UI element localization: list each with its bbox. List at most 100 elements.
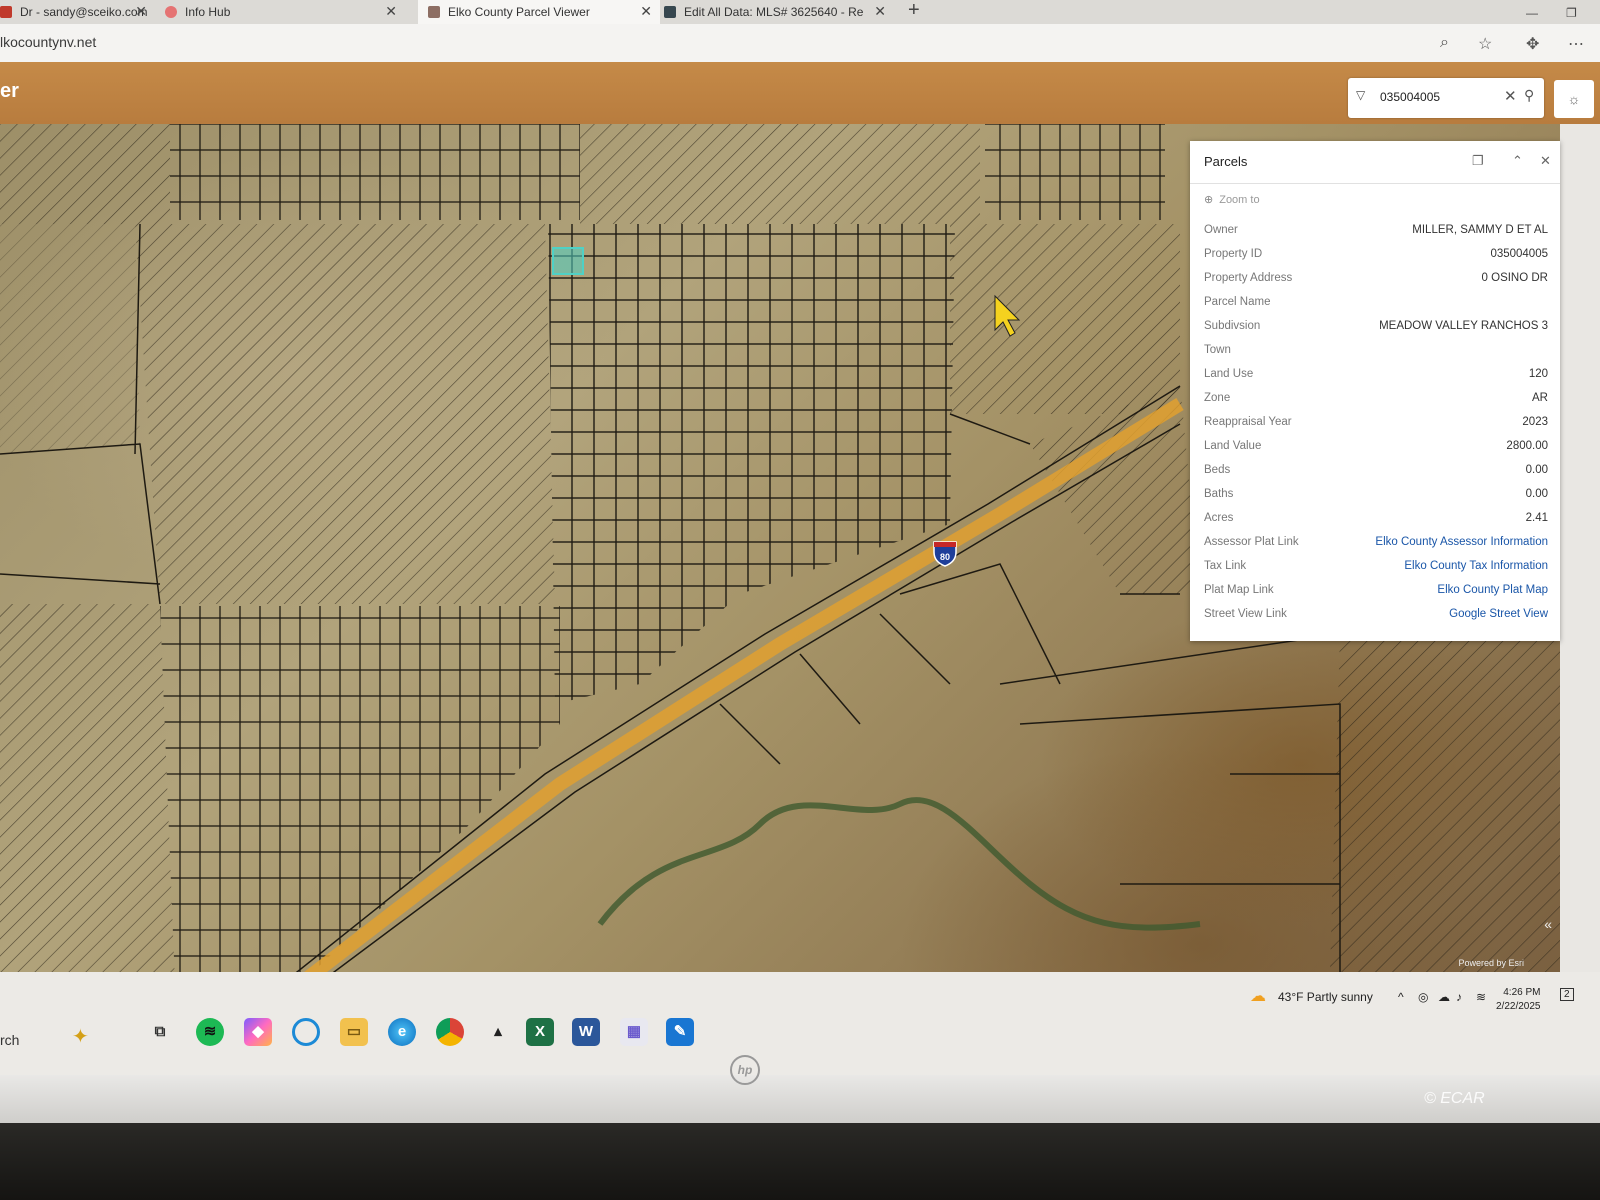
zoom-icon[interactable]: ⌕	[1440, 34, 1449, 52]
attribute-label: Beds	[1204, 464, 1231, 476]
attribute-link[interactable]: Elko County Tax Information	[1404, 560, 1548, 572]
spotify-icon[interactable]: ≋	[196, 1018, 224, 1046]
extensions-icon[interactable]: ✥	[1526, 34, 1539, 54]
zoom-in-icon: ⊕	[1204, 194, 1214, 206]
attribute-value: 2800.00	[1506, 440, 1548, 452]
attribute-value: 0.00	[1525, 464, 1548, 476]
filter-dropdown-icon[interactable]: ▽	[1356, 88, 1365, 102]
attribute-link[interactable]: Elko County Assessor Information	[1375, 536, 1548, 548]
parcel-search-box[interactable]: ▽ 035004005 ✕ ⚲	[1348, 78, 1544, 118]
panel-header: Parcels ❐ ⌃ ✕	[1190, 141, 1560, 184]
restore-icon[interactable]: ❐	[1566, 6, 1577, 20]
parcel-grid	[160, 606, 560, 972]
new-tab-button[interactable]: +	[908, 0, 920, 20]
camera-icon[interactable]: ◎	[1418, 990, 1428, 1004]
minimize-icon[interactable]: —	[1526, 6, 1538, 20]
panel-title: Parcels	[1204, 154, 1248, 169]
taskbar-search[interactable]: rch	[0, 1032, 19, 1048]
notification-badge[interactable]: 2	[1560, 988, 1574, 1001]
attribute-row: Subdivsion MEADOW VALLEY RANCHOS 3	[1190, 315, 1560, 339]
parcel-grid	[170, 124, 580, 220]
river	[597, 797, 1201, 931]
excel-icon[interactable]: X	[526, 1018, 554, 1046]
attribute-value: 035004005	[1490, 248, 1548, 260]
attribute-row: Acres 2.41	[1190, 507, 1560, 531]
more-menu-icon[interactable]: ⋯	[1568, 34, 1584, 54]
close-tab-icon[interactable]: ✕	[640, 3, 652, 20]
search-input[interactable]: 035004005	[1380, 90, 1440, 104]
close-icon[interactable]: ✕	[1540, 153, 1551, 169]
address-bar[interactable]: lkocountynv.net ⌕ ☆ ✥ ⋯	[0, 24, 1600, 63]
attribute-value: 2023	[1522, 416, 1548, 428]
close-tab-icon[interactable]: ✕	[135, 3, 147, 20]
tab-info-hub[interactable]: Info Hub ✕	[165, 0, 405, 24]
attribute-row: Plat Map Link Elko County Plat Map	[1190, 579, 1560, 603]
attribute-label: Baths	[1204, 488, 1234, 500]
clock-time: 4:26 PM	[1503, 987, 1541, 998]
chevron-up-icon[interactable]: ^	[1398, 990, 1404, 1004]
attribute-label: Parcel Name	[1204, 296, 1271, 308]
browser-tab-strip: Dr - sandy@sceiko.com ✕ Info Hub ✕ Elko …	[0, 0, 1600, 24]
attribute-value: 120	[1528, 368, 1548, 380]
attribute-value: 0.00	[1525, 488, 1548, 500]
chevron-up-icon[interactable]: ⌃	[1512, 153, 1523, 169]
attribute-label: Assessor Plat Link	[1204, 536, 1299, 548]
app-icon[interactable]: ▴	[484, 1018, 512, 1046]
store-icon[interactable]: ▦	[620, 1018, 648, 1046]
attribute-value: AR	[1532, 392, 1548, 404]
attribute-label: Reappraisal Year	[1204, 416, 1292, 428]
tab-label: Dr - sandy@sceiko.com	[20, 5, 148, 19]
volume-icon[interactable]: ♪	[1456, 990, 1462, 1004]
attribute-label: Zone	[1204, 392, 1231, 404]
word-icon[interactable]: W	[572, 1018, 600, 1046]
favorite-star-icon[interactable]: ☆	[1478, 34, 1492, 54]
attribute-label: Street View Link	[1204, 608, 1287, 620]
selected-parcel[interactable]	[552, 247, 584, 275]
attribute-link[interactable]: Elko County Plat Map	[1437, 584, 1548, 596]
attribute-row: Tax Link Elko County Tax Information	[1190, 555, 1560, 579]
close-tab-icon[interactable]: ✕	[874, 3, 886, 20]
attribute-label: Plat Map Link	[1204, 584, 1274, 596]
search-icon[interactable]: ⚲	[1524, 87, 1534, 104]
mls-icon	[664, 6, 676, 18]
tab-parcel-viewer[interactable]: Elko County Parcel Viewer ✕	[418, 0, 660, 24]
parcel-grid	[985, 124, 1165, 220]
attribute-link[interactable]: Google Street View	[1449, 608, 1548, 620]
attribute-row: Beds 0.00	[1190, 459, 1560, 483]
onedrive-icon[interactable]: ☁	[1438, 990, 1450, 1004]
tab-label: Info Hub	[185, 5, 231, 19]
attribute-row: Property Address 0 OSINO DR	[1190, 267, 1560, 291]
zoom-to-label: Zoom to	[1219, 194, 1260, 206]
snipping-tool-icon[interactable]: ✎	[666, 1018, 694, 1046]
url-text[interactable]: lkocountynv.net	[0, 34, 96, 50]
attribute-value: MILLER, SAMMY D ET AL	[1412, 224, 1548, 236]
file-explorer-icon[interactable]: ▭	[340, 1018, 368, 1046]
tab-label: Edit All Data: MLS# 3625640 - Re	[684, 5, 864, 19]
attribute-row: Land Value 2800.00	[1190, 435, 1560, 459]
tab-mls[interactable]: Edit All Data: MLS# 3625640 - Re ✕	[664, 0, 894, 24]
copilot-spark-icon[interactable]: ✦	[72, 1024, 89, 1049]
dock-icon[interactable]: ❐	[1472, 153, 1484, 169]
watermark: © ECAR	[1424, 1090, 1485, 1107]
tab-email[interactable]: Dr - sandy@sceiko.com ✕	[0, 0, 155, 24]
zone-hatched	[580, 124, 980, 224]
close-tab-icon[interactable]: ✕	[385, 3, 397, 20]
collapse-arrow-icon[interactable]: «	[1544, 916, 1552, 932]
copilot-icon[interactable]: ◆	[244, 1018, 272, 1046]
zone-hatched	[0, 224, 140, 454]
settings-button[interactable]: ☼	[1554, 80, 1594, 118]
zoom-to-button[interactable]: ⊕ Zoom to	[1204, 193, 1260, 206]
system-clock[interactable]: 4:26 PM 2/22/2025	[1496, 986, 1541, 1014]
task-view-icon[interactable]: ⧉	[146, 1018, 174, 1046]
weather-status[interactable]: 43°F Partly sunny	[1278, 990, 1373, 1004]
edge-browser-icon[interactable]: e	[388, 1018, 416, 1046]
cortana-icon[interactable]	[292, 1018, 320, 1046]
wifi-icon[interactable]: ≋	[1476, 990, 1486, 1004]
attribute-row: Assessor Plat Link Elko County Assessor I…	[1190, 531, 1560, 555]
hub-icon	[165, 6, 177, 18]
chrome-icon[interactable]	[436, 1018, 464, 1046]
app-title: er	[0, 80, 19, 102]
attribute-label: Property ID	[1204, 248, 1263, 260]
hp-logo-icon: hp	[730, 1055, 760, 1085]
clear-icon[interactable]: ✕	[1504, 87, 1517, 105]
